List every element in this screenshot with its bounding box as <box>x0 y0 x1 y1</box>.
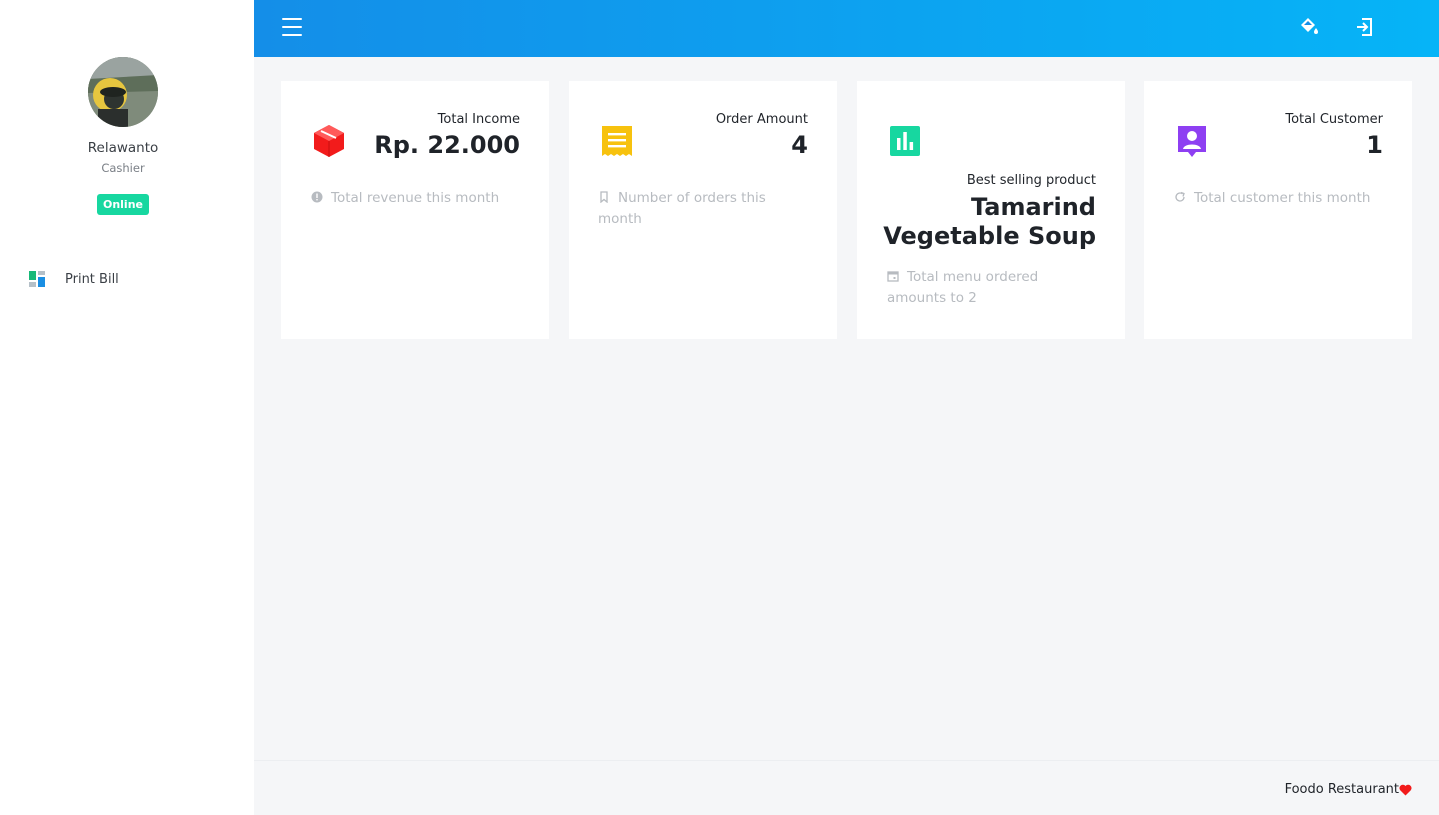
logout-icon[interactable] <box>1354 16 1376 38</box>
page-footer: Foodo Restaurant <box>254 760 1439 815</box>
card-order-amount: Order Amount 4 Number of orders this mon… <box>569 81 837 339</box>
person-pin-icon <box>1178 126 1206 157</box>
bookmark-icon <box>600 191 608 203</box>
avatar[interactable] <box>88 57 158 127</box>
card-value: Tamarind Vegetable Soup <box>883 193 1096 250</box>
card-footer-text: Total customer this month <box>1194 190 1371 206</box>
card-footer: Number of orders this month <box>598 188 808 230</box>
calendar-icon <box>887 271 899 282</box>
heart-icon <box>1399 784 1412 796</box>
card-label: Total Customer <box>1285 112 1383 127</box>
sidebar-item-print-bill[interactable]: Print Bill <box>28 268 119 290</box>
dashboard-grid-icon <box>29 271 45 287</box>
sidebar-item-label: Print Bill <box>65 271 119 287</box>
card-footer-text: Total revenue this month <box>331 190 500 206</box>
paint-bucket-icon[interactable] <box>1298 16 1320 38</box>
card-footer: Total revenue this month <box>311 188 521 209</box>
footer-text: Foodo Restaurant <box>1284 782 1399 797</box>
card-total-income: Total Income Rp. 22.000 Total revenue th… <box>281 81 549 339</box>
bar-chart-icon <box>890 126 920 156</box>
top-header <box>254 0 1439 57</box>
card-total-customer: Total Customer 1 Total customer this mon… <box>1144 81 1412 339</box>
card-label: Total Income <box>437 112 520 127</box>
card-footer-text: Number of orders this month <box>598 190 766 227</box>
card-value: 1 <box>1366 131 1383 159</box>
receipt-icon <box>602 126 632 156</box>
info-circle-icon <box>311 191 323 203</box>
card-footer-text: Total menu ordered amounts to 2 <box>887 269 1039 306</box>
card-footer: Total menu ordered amounts to 2 <box>887 267 1097 309</box>
card-value: Rp. 22.000 <box>374 131 520 159</box>
menu-icon[interactable] <box>282 18 302 38</box>
card-label: Best selling product <box>966 173 1096 188</box>
card-best-selling-product: Best selling product Tamarind Vegetable … <box>857 81 1125 339</box>
cube-icon <box>314 125 344 157</box>
user-name: Relawanto <box>87 140 159 156</box>
card-value: 4 <box>791 131 808 159</box>
user-role: Cashier <box>101 161 145 175</box>
card-label: Order Amount <box>715 112 808 127</box>
refresh-icon <box>1175 191 1185 202</box>
status-badge: Online <box>97 194 149 215</box>
sidebar: Relawanto Cashier Online Print Bill <box>0 0 254 815</box>
card-footer: Total customer this month <box>1174 188 1384 209</box>
